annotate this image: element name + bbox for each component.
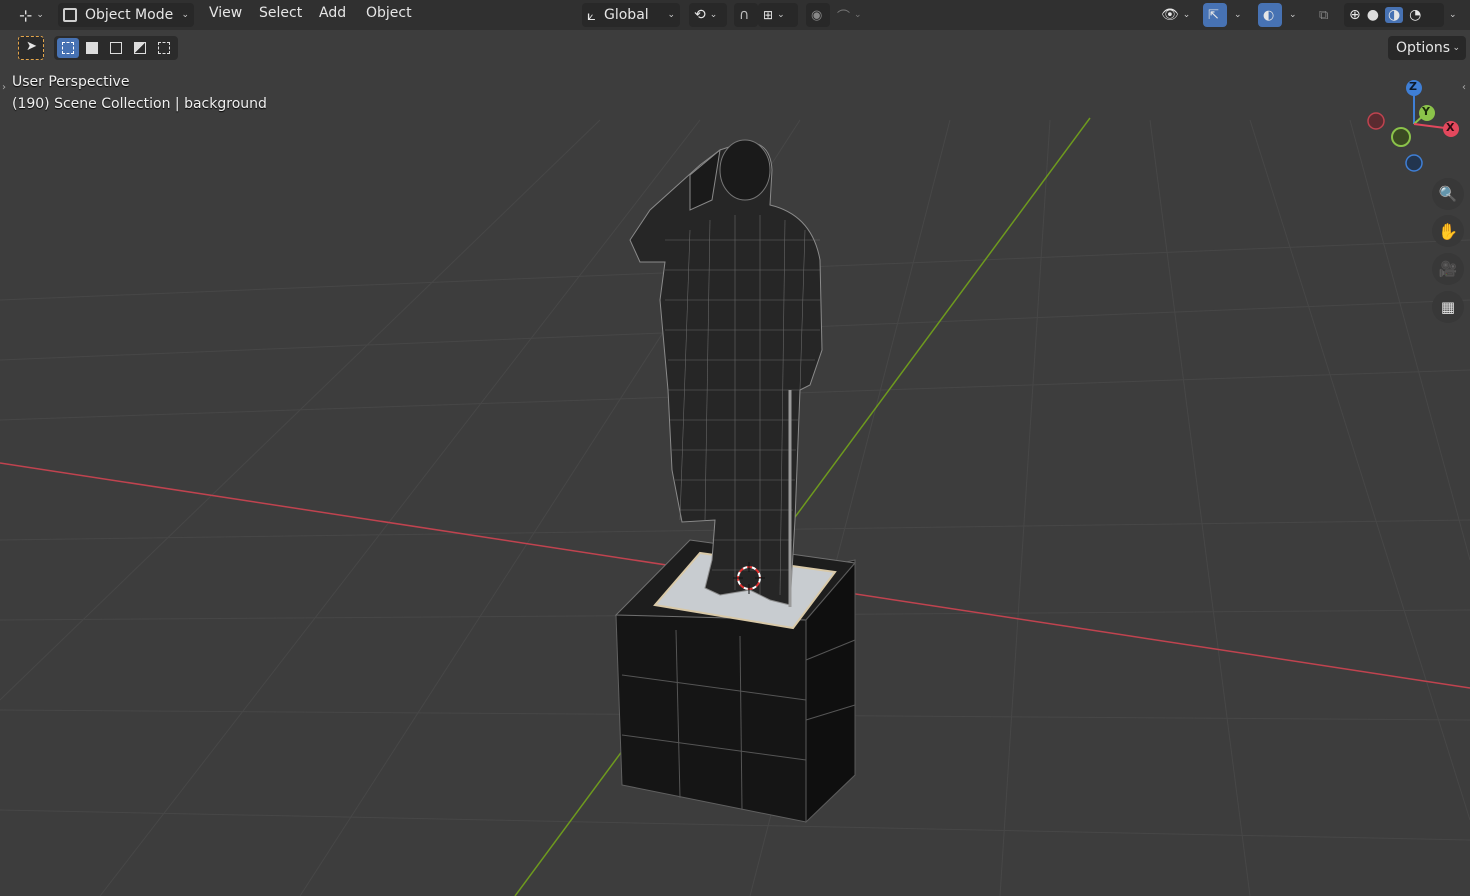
pivot-point-dropdown[interactable]: ⟲ ⌄ <box>689 3 727 27</box>
orthographic-grid-icon: ▦ <box>1440 298 1456 316</box>
select-intersect-icon <box>158 42 170 54</box>
transform-orientation-dropdown[interactable]: ⟀ Global ⌄ <box>582 3 680 27</box>
shading-mode-group: ⊕ ● ◑ ◔ <box>1344 3 1444 27</box>
select-subtract-icon <box>110 42 122 54</box>
magnet-icon: ∩ <box>739 7 750 23</box>
gizmo-neg-x[interactable] <box>1367 112 1385 130</box>
editor-type-button[interactable]: ⊹ ⌄ <box>14 3 49 27</box>
shading-dropdown[interactable]: ⌄ <box>1444 3 1464 27</box>
shading-wireframe-button[interactable]: ⊕ <box>1349 7 1361 23</box>
gizmo-y-label: Y <box>1422 105 1430 118</box>
gizmo-toggle[interactable]: ⇱ <box>1203 3 1227 27</box>
proportional-editing-toggle[interactable]: ◉ <box>806 3 830 27</box>
chevron-down-icon: ⌄ <box>709 10 718 20</box>
camera-view-button[interactable]: 🎥 <box>1432 253 1464 285</box>
shading-solid-button[interactable]: ● <box>1367 7 1379 23</box>
menu-add[interactable]: Add <box>319 5 346 21</box>
snap-toggle[interactable]: ∩ <box>734 3 758 27</box>
select-extend-icon <box>86 42 98 54</box>
orthographic-toggle-button[interactable]: ▦ <box>1432 291 1464 323</box>
menu-select[interactable]: Select <box>259 5 302 21</box>
toolbar-expand-arrow[interactable]: › <box>2 82 6 93</box>
perspective-label: User Perspective <box>12 74 130 90</box>
gizmo-neg-y[interactable] <box>1391 127 1411 147</box>
overlay-dropdown[interactable]: ⌄ <box>1284 3 1304 27</box>
snap-increment-icon: ⊞ <box>763 8 774 22</box>
chevron-down-icon: ⌄ <box>777 10 785 20</box>
xray-toggle[interactable]: ⧉ <box>1314 3 1338 27</box>
pan-button[interactable]: ✋ <box>1432 215 1464 247</box>
select-mode-set-button[interactable] <box>57 38 79 58</box>
gizmo-icon: ⇱ <box>1208 7 1219 23</box>
chevron-down-icon: ⌄ <box>1449 10 1457 20</box>
view3d-icon: ⊹ <box>19 5 33 25</box>
proportional-falloff-dropdown[interactable]: ⌒ ⌄ <box>832 3 868 27</box>
zoom-icon: 🔍 <box>1438 185 1458 203</box>
gizmo-x-label: X <box>1446 121 1455 134</box>
camera-icon: 🎥 <box>1438 260 1458 278</box>
select-mode-invert-button[interactable] <box>129 38 151 58</box>
select-mode-subtract-button[interactable] <box>105 38 127 58</box>
viewport-canvas[interactable] <box>0 0 1470 896</box>
chevron-down-icon: ⌄ <box>1182 10 1191 20</box>
gizmo-dropdown[interactable]: ⌄ <box>1229 3 1249 27</box>
shading-material-preview-button[interactable]: ◑ <box>1384 7 1404 23</box>
overlay-toggle[interactable]: ◐ <box>1258 3 1282 27</box>
snap-target-dropdown[interactable]: ⊞ ⌄ <box>758 3 798 27</box>
shading-rendered-button[interactable]: ◔ <box>1409 7 1421 23</box>
hand-pan-icon: ✋ <box>1438 221 1458 241</box>
select-mode-intersect-button[interactable] <box>153 38 175 58</box>
sidebar-expand-arrow[interactable]: ‹ <box>1462 82 1466 93</box>
object-mode-icon <box>63 8 77 22</box>
options-dropdown[interactable]: Options ⌄ <box>1388 36 1466 60</box>
selection-mode-group <box>54 36 178 60</box>
xray-icon: ⧉ <box>1319 7 1329 23</box>
menu-object[interactable]: Object <box>366 5 412 21</box>
statue-mesh[interactable] <box>629 139 823 607</box>
falloff-curve-icon: ⌒ <box>837 9 851 25</box>
chevron-down-icon: ⌄ <box>667 10 675 20</box>
chevron-down-icon: ⌄ <box>1234 10 1242 20</box>
mode-label: Object Mode <box>85 7 174 23</box>
menu-view[interactable]: View <box>209 5 242 21</box>
viewport-header: ⊹ ⌄ Object Mode ⌄ View Select Add Object… <box>0 0 1470 30</box>
orientation-axes-icon: ⟀ <box>587 6 596 24</box>
select-box-icon: ➤ <box>26 39 37 54</box>
visibility-dropdown[interactable]: 👁 ⌄ <box>1156 3 1196 27</box>
chevron-down-icon: ⌄ <box>854 10 862 20</box>
chevron-down-icon: ⌄ <box>181 10 189 20</box>
collection-info-label: (190) Scene Collection | background <box>12 96 267 112</box>
chevron-down-icon: ⌄ <box>1289 10 1297 20</box>
select-mode-extend-button[interactable] <box>81 38 103 58</box>
eye-icon: 👁 <box>1161 7 1179 23</box>
select-set-icon <box>62 42 74 54</box>
gizmo-neg-z[interactable] <box>1405 154 1423 172</box>
orientation-label: Global <box>604 7 649 23</box>
chevron-down-icon: ⌄ <box>36 10 44 20</box>
pivot-icon: ⟲ <box>694 7 706 23</box>
chevron-down-icon: ⌄ <box>1452 43 1460 53</box>
options-label: Options <box>1396 40 1451 56</box>
zoom-button[interactable]: 🔍 <box>1432 178 1464 210</box>
gizmo-z-label: Z <box>1409 80 1417 93</box>
overlay-icon: ◐ <box>1263 7 1275 23</box>
proportional-editing-icon: ◉ <box>811 7 823 23</box>
select-box-tool-button[interactable]: ➤ <box>18 36 44 60</box>
mode-dropdown[interactable]: Object Mode ⌄ <box>58 3 194 27</box>
select-invert-icon <box>134 42 146 54</box>
